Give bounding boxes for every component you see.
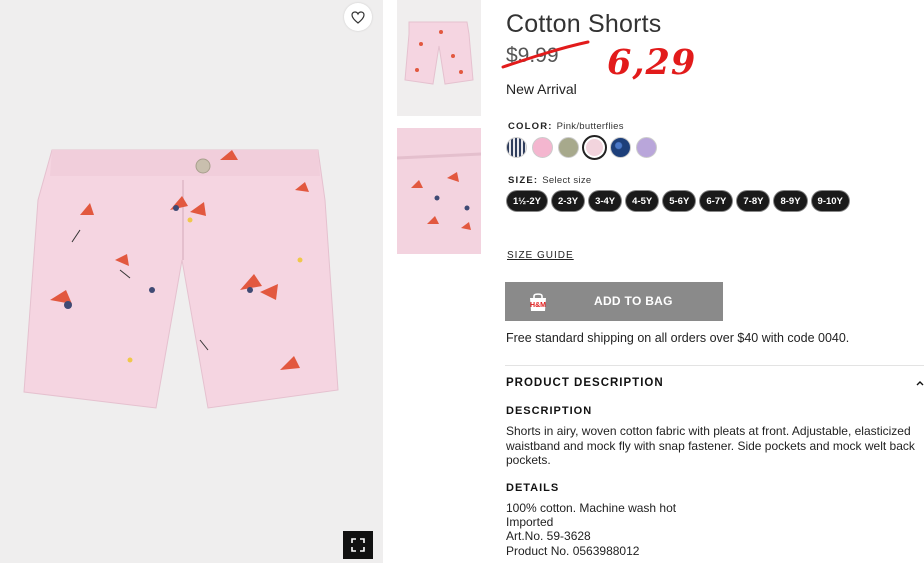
size-option[interactable]: 1½-2Y bbox=[507, 191, 547, 211]
swatch-lavender[interactable] bbox=[636, 137, 657, 158]
size-label-row: SIZE: Select size bbox=[508, 175, 592, 186]
swatch-navy-stripe[interactable] bbox=[506, 137, 527, 158]
add-to-bag-button[interactable]: H&M ADD TO BAG bbox=[505, 282, 723, 321]
details-heading: DETAILS bbox=[506, 482, 560, 494]
size-label: SIZE: bbox=[508, 175, 539, 186]
size-option[interactable]: 4-5Y bbox=[626, 191, 659, 211]
thumbnail-front-image bbox=[404, 21, 474, 85]
description-heading: DESCRIPTION bbox=[506, 405, 593, 417]
shopping-bag-icon: H&M bbox=[530, 293, 546, 311]
price-strike-mark bbox=[501, 40, 590, 69]
size-option[interactable]: 7-8Y bbox=[737, 191, 770, 211]
swatch-light-pink[interactable] bbox=[532, 137, 553, 158]
size-option[interactable]: 6-7Y bbox=[700, 191, 733, 211]
swatch-sage[interactable] bbox=[558, 137, 579, 158]
heart-icon bbox=[351, 10, 365, 24]
details-item: Product No. 0563988012 bbox=[506, 543, 640, 558]
fullscreen-icon bbox=[351, 538, 365, 552]
size-option[interactable]: 3-4Y bbox=[589, 191, 622, 211]
color-label: COLOR: bbox=[508, 121, 553, 132]
color-swatches bbox=[506, 135, 657, 160]
details-list: 100% cotton. Machine wash hot Imported A… bbox=[506, 501, 676, 558]
size-guide-link[interactable]: SIZE GUIDE bbox=[507, 250, 574, 261]
chevron-up-icon[interactable] bbox=[916, 380, 924, 386]
size-option[interactable]: 2-3Y bbox=[552, 191, 585, 211]
thumbnail-detail-image bbox=[397, 128, 481, 254]
size-option[interactable]: 8-9Y bbox=[774, 191, 807, 211]
product-description-header[interactable]: PRODUCT DESCRIPTION bbox=[506, 377, 664, 389]
fullscreen-button[interactable] bbox=[343, 531, 373, 559]
size-placeholder: Select size bbox=[542, 175, 592, 186]
color-label-row: COLOR: Pink/butterflies bbox=[508, 121, 624, 132]
favorite-button[interactable] bbox=[344, 3, 372, 31]
size-options: 1½-2Y 2-3Y 3-4Y 4-5Y 5-6Y 6-7Y 7-8Y 8-9Y… bbox=[507, 191, 849, 211]
color-value: Pink/butterflies bbox=[556, 121, 624, 132]
shipping-note: Free standard shipping on all orders ove… bbox=[506, 331, 850, 345]
shorts-image bbox=[23, 149, 339, 409]
swatch-pink-butterflies[interactable] bbox=[582, 135, 607, 160]
sale-price: 6,29 bbox=[607, 42, 697, 83]
details-item: Imported bbox=[506, 515, 554, 530]
thumbnail-front[interactable] bbox=[397, 0, 481, 116]
thumbnail-detail[interactable] bbox=[397, 128, 481, 254]
size-option[interactable]: 9-10Y bbox=[811, 191, 849, 211]
description-text: Shorts in airy, woven cotton fabric with… bbox=[506, 424, 915, 467]
product-title: Cotton Shorts bbox=[506, 10, 662, 38]
details-item: Art.No. 59-3628 bbox=[506, 529, 591, 544]
svg-text:H&M: H&M bbox=[530, 302, 546, 309]
details-item: 100% cotton. Machine wash hot bbox=[506, 501, 677, 515]
new-arrival-badge: New Arrival bbox=[506, 81, 577, 97]
swatch-blue-print[interactable] bbox=[610, 137, 631, 158]
size-option[interactable]: 5-6Y bbox=[663, 191, 696, 211]
main-product-image[interactable] bbox=[0, 0, 383, 563]
add-to-bag-label: ADD TO BAG bbox=[594, 294, 673, 308]
section-divider bbox=[505, 365, 924, 366]
